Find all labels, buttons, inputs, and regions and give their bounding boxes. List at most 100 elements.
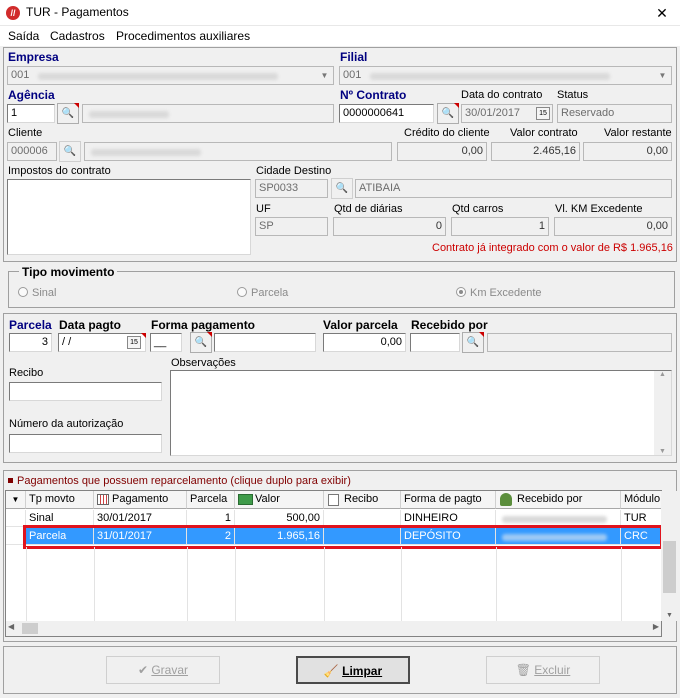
limpar-button[interactable]: 🧹 Limpar <box>296 656 410 684</box>
pagamentos-table[interactable]: ▼ Tp movto Pagamento Parcela Valor Recib… <box>5 490 678 637</box>
required-marker-icon <box>479 332 484 337</box>
cidade-search-icon[interactable]: 🔍 <box>331 178 353 199</box>
radio-selected-icon <box>456 287 466 297</box>
agencia-input[interactable]: 1 <box>7 104 55 123</box>
cidade-destino-name: ATIBAIA <box>355 179 672 198</box>
receipt-icon <box>328 494 339 506</box>
filial-select[interactable]: 001 ▼ <box>339 66 672 85</box>
close-icon[interactable]: ✕ <box>650 3 674 23</box>
cliente-field: 000006 <box>7 142 57 161</box>
window-title: TUR - Pagamentos <box>26 5 129 19</box>
status-label: Status <box>557 89 589 101</box>
qtd-diarias-field: 0 <box>333 217 446 236</box>
recebido-por-label: Recebido por <box>411 318 488 332</box>
km-excedente-field: 0,00 <box>554 217 672 236</box>
col-parcela[interactable]: Parcela <box>187 491 235 509</box>
col-valor[interactable]: Valor <box>235 491 324 509</box>
impostos-textarea[interactable] <box>7 179 251 255</box>
valor-parcela-input[interactable]: 0,00 <box>323 333 406 352</box>
cidade-destino-label: Cidade Destino <box>256 165 332 177</box>
valor-parcela-label: Valor parcela <box>323 318 398 332</box>
scrollbar[interactable]: ▲ ▼ <box>654 371 671 455</box>
recebido-por-input[interactable] <box>410 333 460 352</box>
col-recibo[interactable]: Recibo <box>324 491 401 509</box>
eraser-icon: 🧹 <box>323 664 343 678</box>
contrato-label: Nº Contrato <box>340 88 407 102</box>
indicator-column-header: ▼ <box>6 491 26 509</box>
calendar-icon[interactable]: 15 <box>127 336 141 349</box>
forma-descricao-field[interactable] <box>214 333 316 352</box>
title-bar: // TUR - Pagamentos ✕ <box>0 0 680 26</box>
status-field: Reservado <box>557 104 672 123</box>
recibo-input[interactable] <box>9 382 162 401</box>
col-modulo[interactable]: Módulo <box>621 491 663 509</box>
data-pagto-label: Data pagto <box>59 318 122 332</box>
excluir-button[interactable]: 🗑 Excluir <box>486 656 600 684</box>
credito-field: 0,00 <box>397 142 487 161</box>
contrato-input[interactable]: 0000000641 <box>339 104 434 123</box>
required-marker-icon <box>141 333 146 338</box>
required-marker-icon <box>454 103 459 108</box>
agencia-label: Agência <box>8 88 55 102</box>
km-excedente-label: Vl. KM Excedente <box>555 203 643 215</box>
chevron-down-icon[interactable]: ▼ <box>317 68 332 83</box>
forma-pagamento-input[interactable]: __ <box>150 333 182 352</box>
observacoes-label: Observações <box>171 357 236 369</box>
chevron-down-icon[interactable]: ▼ <box>655 68 670 83</box>
observacoes-textarea[interactable]: ▲ ▼ <box>170 370 672 456</box>
qtd-carros-label: Qtd carros <box>452 203 504 215</box>
uf-field: SP <box>255 217 328 236</box>
radio-parcela[interactable]: Parcela <box>237 287 288 299</box>
cliente-search-icon[interactable]: 🔍 <box>59 141 81 162</box>
calendar-icon <box>97 494 109 505</box>
col-recebido-por[interactable]: Recebido por <box>496 491 621 509</box>
recibo-label: Recibo <box>9 367 44 379</box>
empresa-select[interactable]: 001 ▼ <box>7 66 334 85</box>
radio-sinal[interactable]: Sinal <box>18 287 56 299</box>
forma-pagamento-label: Forma pagamento <box>151 318 256 332</box>
radio-km-excedente[interactable]: Km Excedente <box>456 287 542 299</box>
valor-contrato-label: Valor contrato <box>510 127 578 139</box>
col-forma-pagto[interactable]: Forma de pagto <box>401 491 496 509</box>
qtd-diarias-label: Qtd de diárias <box>334 203 403 215</box>
cliente-name-field <box>84 142 392 161</box>
bullet-icon <box>8 478 13 483</box>
uf-label: UF <box>256 203 271 215</box>
valor-restante-field: 0,00 <box>583 142 672 161</box>
vertical-scrollbar[interactable]: ▼ <box>661 491 678 621</box>
cidade-destino-code: SP0033 <box>255 179 328 198</box>
parcela-input[interactable]: 3 <box>9 333 52 352</box>
qtd-carros-field: 1 <box>451 217 549 236</box>
credito-label: Crédito do cliente <box>404 127 490 139</box>
calendar-icon[interactable]: 15 <box>536 107 550 120</box>
valor-restante-label: Valor restante <box>604 127 672 139</box>
grid-caption: Pagamentos que possuem reparcelamento (c… <box>17 475 351 487</box>
radio-icon <box>237 287 247 297</box>
data-contrato-label: Data do contrato <box>461 89 543 101</box>
cliente-label: Cliente <box>8 127 43 139</box>
recebido-nome-field <box>487 333 672 352</box>
gravar-button[interactable]: ✔ Gravar <box>106 656 220 684</box>
menu-cadastros[interactable]: Cadastros <box>50 29 105 43</box>
money-icon <box>238 494 253 505</box>
autorizacao-label: Número da autorização <box>9 418 124 430</box>
scrollbar-thumb[interactable] <box>22 623 38 634</box>
trash-icon: 🗑 <box>515 663 535 677</box>
horizontal-scrollbar[interactable]: ◀ ▶ <box>6 621 661 636</box>
menu-saida[interactable]: Saída <box>8 29 39 43</box>
app-logo-icon: // <box>6 6 20 20</box>
menu-procedimentos[interactable]: Procedimentos auxiliares <box>116 29 250 43</box>
tipo-movimento-label: Tipo movimento <box>19 265 118 279</box>
menu-bar: Saída Cadastros Procedimentos auxiliares <box>0 26 680 46</box>
scrollbar-thumb[interactable] <box>663 541 676 593</box>
filial-label: Filial <box>340 50 368 64</box>
parcela-label: Parcela <box>9 318 52 332</box>
user-icon <box>500 493 512 506</box>
col-pagamento[interactable]: Pagamento <box>94 491 187 509</box>
radio-icon <box>18 287 28 297</box>
autorizacao-input[interactable] <box>9 434 162 453</box>
empresa-label: Empresa <box>8 50 59 64</box>
selected-row-highlight <box>23 525 663 549</box>
col-tp-movto[interactable]: Tp movto <box>26 491 94 509</box>
agencia-name-field <box>82 104 334 123</box>
